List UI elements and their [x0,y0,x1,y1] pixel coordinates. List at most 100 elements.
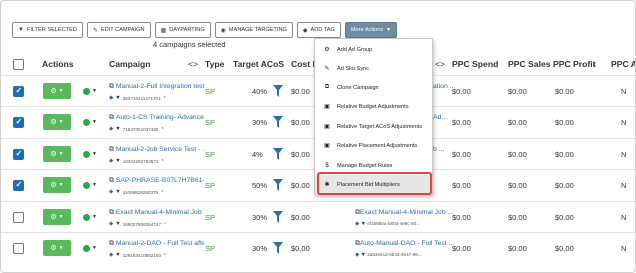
adgroup-link[interactable]: b ... [433,146,444,153]
row-actions-button[interactable]: ⚙ ▼ [43,83,71,99]
header-ppc-profit[interactable]: PPC Profit [553,59,596,69]
funnel-icon[interactable] [273,116,283,128]
row-checkbox[interactable] [13,117,24,128]
adgroup-sort-icon[interactable]: <> [435,59,445,69]
menu-item-add-ad-group[interactable]: ⚙ Add Ad Group [315,40,432,59]
filter-icon[interactable]: ▼ [115,95,120,101]
filter-selected-button[interactable]: ▼ FILTER SELECTED [12,22,83,38]
row-checkbox[interactable] [13,86,24,97]
filter-icon[interactable]: ▼ [361,252,366,258]
gears-icon: ⚙ [50,151,57,158]
filter-icon[interactable]: ▼ [115,252,120,258]
ppc-spend-value: $0.00 [452,213,471,222]
gears-icon: ⚙ [50,214,57,221]
menu-item-ad-sku-sync[interactable]: ✎ Ad Sku Sync [315,59,432,78]
tag-icon[interactable]: ◆ [109,252,113,258]
campaign-link[interactable]: ⧉ Manual-2-DAO - Full Test afte... [109,240,204,248]
status-dot[interactable] [83,182,90,189]
status-caret-icon[interactable]: ▼ [92,119,97,125]
header-ppc-sales[interactable]: PPC Sales [508,59,551,69]
menu-item-clone-campaign[interactable]: ⧉ Clone Campaign [315,78,432,97]
sort-icon[interactable]: ↕ [593,61,597,68]
add-tag-button[interactable]: ◆ ADD TAG [296,22,341,38]
funnel-icon[interactable] [273,179,283,191]
menu-item-relative-target-acos-adjustments[interactable]: ▣ Relative Target ACoS Adjustments [315,117,432,136]
status-dot[interactable] [83,245,90,252]
header-ppc-spend[interactable]: PPC Spend [452,59,498,69]
status-caret-icon[interactable]: ▼ [92,182,97,188]
adgroup-link[interactable]: ⧉Auto-Manual-DAO - Full Test ... [355,240,454,248]
target-acos-value[interactable]: 40% [252,87,267,96]
filter-icon[interactable]: ▼ [115,189,120,195]
funnel-icon[interactable] [273,148,283,160]
funnel-icon[interactable] [273,211,283,223]
adgroup-meta: ◆ ▼ ef34850a-b80d-4e6c-80... [355,221,421,227]
header-type[interactable]: Type [205,59,224,69]
clock-icon[interactable]: ◔ [163,221,166,227]
campaign-link[interactable]: ⧉ Manual-2-Job Service Test - ... [109,146,204,154]
ppc-a-value: N [621,118,627,127]
status-caret-icon[interactable]: ▼ [92,245,97,251]
tag-icon[interactable]: ◆ [355,252,359,258]
status-caret-icon[interactable]: ▼ [92,88,97,94]
row-actions-button[interactable]: ⚙ ▼ [43,114,71,130]
clock-icon[interactable]: ◔ [160,189,163,195]
row-checkbox[interactable] [13,149,24,160]
campaign-type: SP [205,118,216,127]
row-actions-button[interactable]: ⚙ ▼ [43,177,71,193]
clock-icon[interactable]: ◔ [163,252,166,258]
status-dot[interactable] [83,151,90,158]
clock-icon[interactable]: ◔ [160,126,163,132]
edit-campaign-button[interactable]: ✎ EDIT CAMPAIGN [86,22,151,38]
tag-icon[interactable]: ◆ [109,126,113,132]
funnel-icon[interactable] [273,85,283,97]
target-acos-value[interactable]: 4% [252,150,263,159]
clock-icon[interactable]: ◔ [163,95,166,101]
adgroup-link[interactable]: ⧉Exact Manual-4-Minimal Job ... [355,209,453,217]
target-acos-value[interactable]: 30% [252,244,267,253]
manage-targeting-button[interactable]: ◉ MANAGE TARGETING [214,22,293,38]
header-ppc-a[interactable]: PPC A [611,59,635,69]
tag-icon[interactable]: ◆ [109,95,113,101]
selected-count: 4 campaigns selected [153,40,226,49]
campaign-link[interactable]: ⧉ Manual-2-Full Integration test... [109,83,204,91]
tag-icon[interactable]: ◆ [109,189,113,195]
funnel-icon[interactable] [273,242,283,254]
filter-icon[interactable]: ▼ [115,221,120,227]
tag-icon[interactable]: ◆ [109,221,113,227]
menu-item-relative-placement-adjustments[interactable]: ▣ Relative Placement Adjustments [315,136,432,155]
header-campaign[interactable]: Campaign [109,59,151,69]
dayparting-button[interactable]: ▦ DAYPARTING [154,22,211,38]
status-dot[interactable] [83,119,90,126]
more-actions-button[interactable]: More Actions ▼ [344,22,398,38]
campaign-link[interactable]: ⧉ Exact Manual-4-Minimal Job ... [109,209,204,217]
tag-icon[interactable]: ◆ [355,221,359,227]
campaign-link[interactable]: ⧉SAP-PHRASE-B07L7H7B61-7... [109,177,204,185]
row-actions-button[interactable]: ⚙ ▼ [43,146,71,162]
row-actions-button[interactable]: ⚙ ▼ [43,209,71,225]
target-acos-value[interactable]: 30% [252,118,267,127]
status-dot[interactable] [83,214,90,221]
filter-icon[interactable]: ▼ [115,158,120,164]
status-dot[interactable] [83,88,90,95]
adgroup-link[interactable]: Ad... [433,114,447,121]
target-acos-value[interactable]: 50% [252,181,267,190]
status-caret-icon[interactable]: ▼ [92,151,97,157]
campaign-sort-icon[interactable]: <> [188,59,198,69]
header-target-acos[interactable]: Target ACoS [233,59,284,69]
clock-icon[interactable]: ◔ [160,158,163,164]
campaign-link[interactable]: ⧉ Auto-1-CS Training- Advanced [109,114,204,122]
select-all-checkbox[interactable] [13,59,24,70]
adgroup-link[interactable]: ation ... [433,83,455,90]
status-caret-icon[interactable]: ▼ [92,214,97,220]
tag-icon[interactable]: ◆ [109,158,113,164]
menu-item-relative-budget-adjustments[interactable]: ▣ Relative Budget Adjustments [315,97,432,116]
row-actions-button[interactable]: ⚙ ▼ [43,240,71,256]
row-checkbox[interactable] [13,212,24,223]
row-checkbox[interactable] [13,243,24,254]
caret-down-icon: ▼ [58,88,64,94]
row-checkbox[interactable] [13,180,24,191]
filter-icon[interactable]: ▼ [361,221,366,227]
filter-icon[interactable]: ▼ [115,126,120,132]
target-acos-value[interactable]: 30% [252,213,267,222]
